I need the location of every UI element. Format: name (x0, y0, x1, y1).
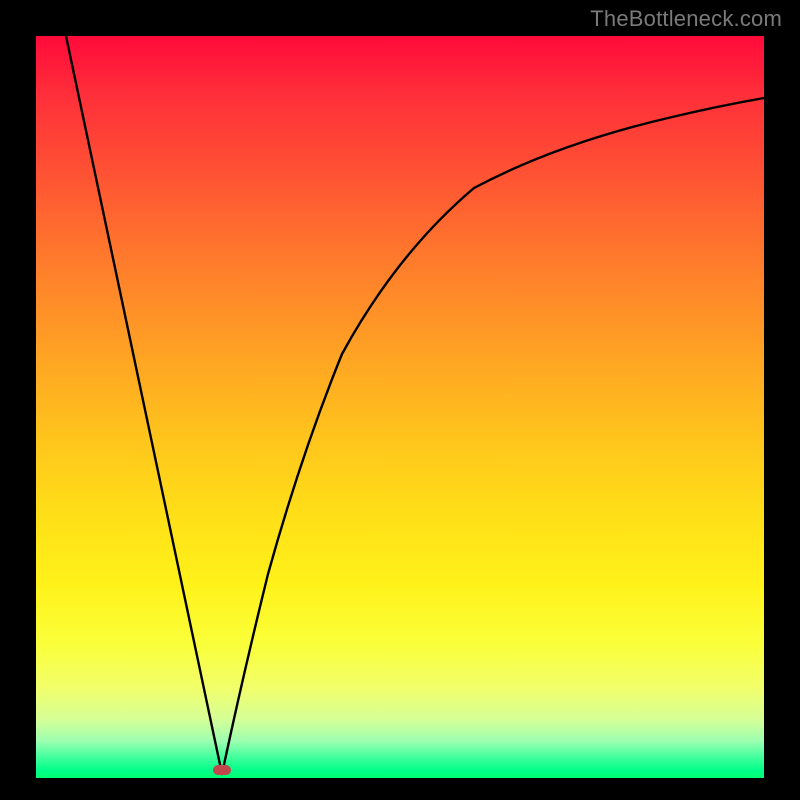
bottleneck-curve (36, 36, 764, 778)
curve-right-branch (222, 98, 764, 774)
watermark-text: TheBottleneck.com (590, 6, 782, 32)
optimal-point-marker (213, 765, 231, 775)
plot-area (36, 36, 764, 778)
curve-left-branch (66, 36, 222, 774)
